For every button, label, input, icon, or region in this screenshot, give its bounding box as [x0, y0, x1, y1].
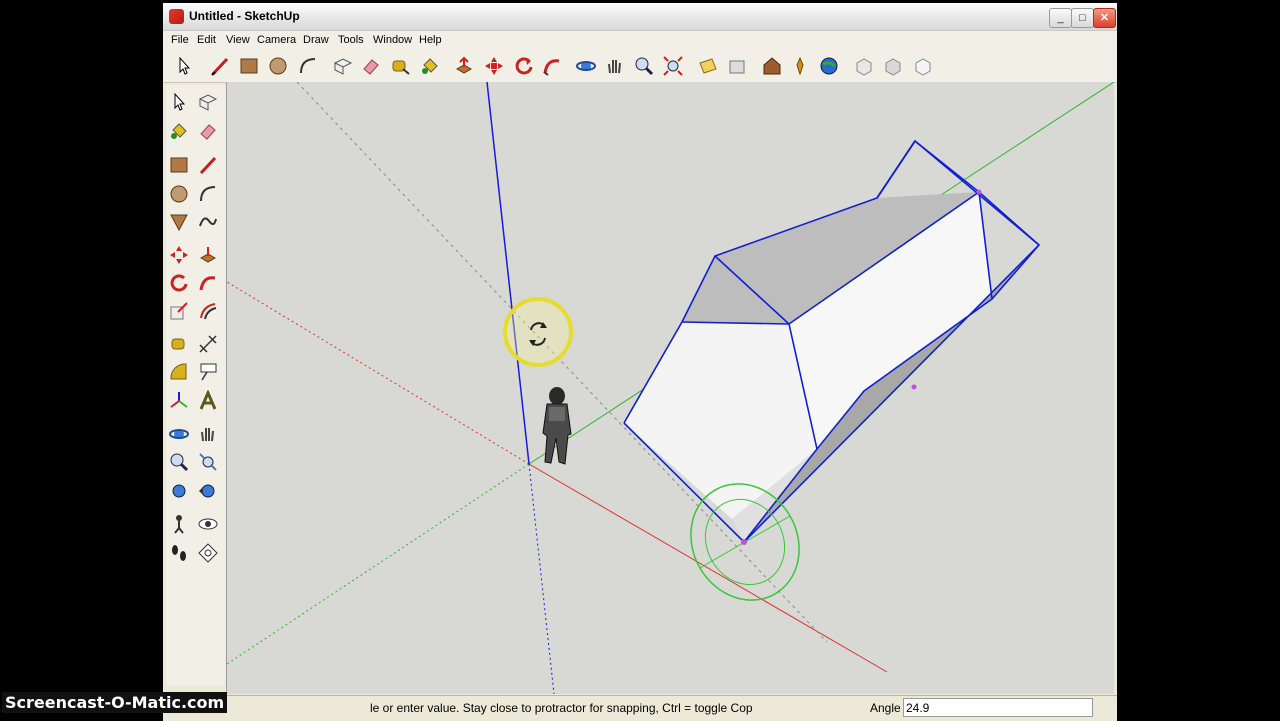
menu-help[interactable]: Help — [419, 34, 442, 46]
red-axis-negative — [227, 281, 530, 465]
zoom-window-icon[interactable] — [197, 451, 219, 473]
vertex-point — [741, 539, 747, 545]
window-title: Untitled - SketchUp — [189, 9, 300, 23]
zoom-icon[interactable] — [633, 55, 655, 77]
menu-camera[interactable]: Camera — [257, 34, 296, 46]
sketchup-window: Untitled - SketchUp _ □ ✕ File Edit View… — [163, 3, 1117, 721]
rectangle-icon[interactable] — [238, 55, 260, 77]
main-toolbar — [163, 50, 1117, 83]
circle-icon[interactable] — [168, 183, 190, 205]
menu-draw[interactable]: Draw — [303, 34, 329, 46]
midpoint — [911, 384, 917, 390]
green-axis-negative — [227, 463, 530, 665]
follow-me-icon[interactable] — [541, 55, 563, 77]
move-icon[interactable] — [483, 55, 505, 77]
protractor-icon[interactable] — [168, 361, 190, 383]
look-around-icon[interactable] — [197, 513, 219, 535]
position-camera-icon[interactable] — [168, 513, 190, 535]
axes-icon[interactable] — [168, 390, 190, 412]
watermark-label: Screencast-O-Matic.com — [2, 692, 228, 713]
push-pull-icon[interactable] — [197, 244, 219, 266]
endpoint — [976, 189, 982, 195]
scale-figure-person — [542, 387, 572, 465]
dimension-icon[interactable] — [197, 333, 219, 355]
menu-tools[interactable]: Tools — [338, 34, 364, 46]
walk-icon[interactable] — [168, 542, 190, 564]
measurements-label: Angle — [870, 701, 901, 715]
polygon-icon[interactable] — [168, 211, 190, 233]
pan-icon[interactable] — [197, 423, 219, 445]
section-fill-icon[interactable] — [726, 55, 748, 77]
warehouse-icon[interactable] — [761, 55, 783, 77]
eraser-icon[interactable] — [360, 55, 382, 77]
menu-bar: File Edit View Camera Draw Tools Window … — [163, 31, 1117, 50]
follow-me-icon[interactable] — [197, 272, 219, 294]
sketchup-app-icon — [169, 9, 184, 24]
scene-canvas[interactable] — [227, 82, 1114, 694]
select-icon[interactable] — [168, 91, 190, 113]
offset-icon[interactable] — [197, 300, 219, 322]
style-2-icon[interactable] — [882, 55, 904, 77]
modeling-viewport[interactable] — [226, 82, 1114, 694]
line-icon[interactable] — [209, 55, 231, 77]
blue-axis-positive — [486, 82, 530, 465]
menu-file[interactable]: File — [171, 34, 189, 46]
text-icon[interactable] — [197, 361, 219, 383]
freehand-icon[interactable] — [197, 211, 219, 233]
make-component-icon[interactable] — [332, 55, 354, 77]
large-toolset — [166, 85, 225, 685]
3d-text-icon[interactable] — [197, 390, 219, 412]
section-plane-icon[interactable] — [197, 542, 219, 564]
circle-icon[interactable] — [267, 55, 289, 77]
section-plane-icon[interactable] — [697, 55, 719, 77]
blue-axis-negative — [528, 463, 555, 694]
scale-icon[interactable] — [168, 300, 190, 322]
title-bar[interactable]: Untitled - SketchUp _ □ ✕ — [163, 3, 1117, 31]
paint-bucket-icon[interactable] — [419, 55, 441, 77]
eraser-icon[interactable] — [197, 120, 219, 142]
previous-view-icon[interactable] — [197, 480, 219, 502]
line-icon[interactable] — [197, 154, 219, 176]
select-icon[interactable] — [173, 55, 195, 77]
arc-icon[interactable] — [297, 55, 319, 77]
cursor-highlight — [503, 297, 573, 367]
maximize-button[interactable]: □ — [1071, 8, 1094, 28]
make-component-icon[interactable] — [197, 91, 219, 113]
move-icon[interactable] — [168, 244, 190, 266]
tape-measure-icon[interactable] — [168, 333, 190, 355]
zoom-extents-icon[interactable] — [168, 480, 190, 502]
status-message: le or enter value. Stay close to protrac… — [370, 701, 753, 715]
measurements-input[interactable]: 24.9 — [903, 698, 1093, 717]
arc-icon[interactable] — [197, 183, 219, 205]
rectangle-icon[interactable] — [168, 154, 190, 176]
minimize-button[interactable]: _ — [1049, 8, 1072, 28]
status-bar: le or enter value. Stay close to protrac… — [163, 695, 1117, 721]
components-icon[interactable] — [789, 55, 811, 77]
paint-bucket-icon[interactable] — [168, 120, 190, 142]
zoom-extents-icon[interactable] — [662, 55, 684, 77]
zoom-icon[interactable] — [168, 451, 190, 473]
menu-view[interactable]: View — [226, 34, 250, 46]
menu-edit[interactable]: Edit — [197, 34, 216, 46]
push-pull-icon[interactable] — [453, 55, 475, 77]
tape-measure-icon[interactable] — [389, 55, 411, 77]
rotate-icon[interactable] — [513, 55, 535, 77]
close-button[interactable]: ✕ — [1093, 8, 1116, 28]
orbit-icon[interactable] — [168, 423, 190, 445]
google-earth-icon[interactable] — [818, 55, 840, 77]
orbit-icon[interactable] — [575, 55, 597, 77]
style-3-icon[interactable] — [912, 55, 934, 77]
style-1-icon[interactable] — [853, 55, 875, 77]
menu-window[interactable]: Window — [373, 34, 412, 46]
pan-icon[interactable] — [604, 55, 626, 77]
rotate-icon[interactable] — [168, 272, 190, 294]
